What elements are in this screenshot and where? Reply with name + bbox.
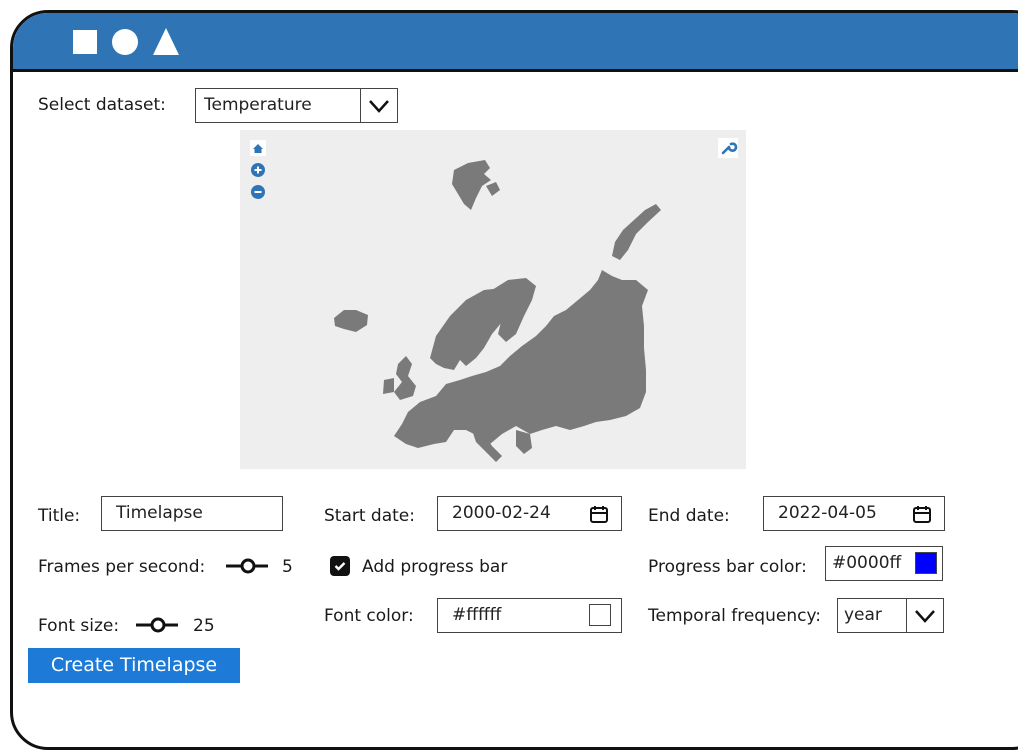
start-date-label: Start date:	[324, 506, 415, 526]
create-timelapse-button[interactable]: Create Timelapse	[28, 648, 240, 683]
font-color-value: #ffffff	[452, 605, 502, 625]
svalbard-island-shape	[486, 182, 500, 196]
progress-bar-checkbox[interactable]	[330, 556, 350, 576]
checkmark-icon	[334, 562, 346, 571]
novaya-zemlya-shape	[612, 204, 661, 260]
map-view[interactable]	[240, 130, 746, 469]
title-input-value: Timelapse	[116, 503, 203, 523]
great-britain-shape	[394, 356, 416, 400]
progress-color-input[interactable]: #0000ff	[825, 546, 943, 581]
ireland-shape	[383, 378, 394, 394]
title-input[interactable]: Timelapse	[101, 496, 283, 531]
start-date-value: 2000-02-24	[452, 503, 551, 523]
title-bar	[13, 13, 1018, 72]
circle-shape-icon	[112, 29, 138, 55]
fps-label: Frames per second:	[38, 557, 206, 577]
square-shape-icon	[73, 30, 97, 54]
wrench-icon[interactable]	[718, 138, 738, 158]
font-size-value: 25	[193, 616, 215, 636]
land-shapes	[334, 160, 661, 462]
frequency-value: year	[844, 605, 882, 625]
progress-bar-label: Add progress bar	[362, 557, 508, 577]
svalbard-shape	[452, 160, 491, 210]
europe-map	[334, 160, 661, 462]
dataset-value: Temperature	[204, 95, 312, 115]
zoom-out-icon[interactable]	[250, 184, 266, 200]
font-color-label: Font color:	[324, 606, 414, 626]
chevron-down-icon	[906, 599, 943, 632]
progress-color-swatch	[915, 552, 937, 574]
iceland-shape	[334, 310, 368, 332]
progress-color-value: #0000ff	[832, 553, 902, 573]
end-date-label: End date:	[648, 506, 730, 526]
font-size-slider[interactable]	[136, 617, 178, 633]
triangle-shape-icon	[153, 28, 179, 55]
home-icon[interactable]	[250, 140, 266, 156]
frequency-label: Temporal frequency:	[648, 606, 821, 626]
progress-color-label: Progress bar color:	[648, 557, 807, 577]
font-color-swatch	[589, 604, 611, 626]
start-date-input[interactable]: 2000-02-24	[437, 496, 622, 531]
fps-value: 5	[282, 557, 293, 577]
dataset-label: Select dataset:	[38, 95, 166, 115]
font-size-label: Font size:	[38, 616, 120, 636]
calendar-icon[interactable]	[912, 504, 932, 524]
dataset-select[interactable]: Temperature	[195, 88, 398, 123]
chevron-down-icon	[360, 89, 397, 122]
frequency-select[interactable]: year	[837, 598, 944, 633]
end-date-input[interactable]: 2022-04-05	[763, 496, 945, 531]
fps-slider[interactable]	[226, 558, 268, 574]
title-label: Title:	[38, 506, 81, 526]
end-date-value: 2022-04-05	[778, 503, 877, 523]
calendar-icon[interactable]	[589, 504, 609, 524]
font-color-input[interactable]: #ffffff	[437, 598, 622, 633]
zoom-in-icon[interactable]	[250, 162, 266, 178]
